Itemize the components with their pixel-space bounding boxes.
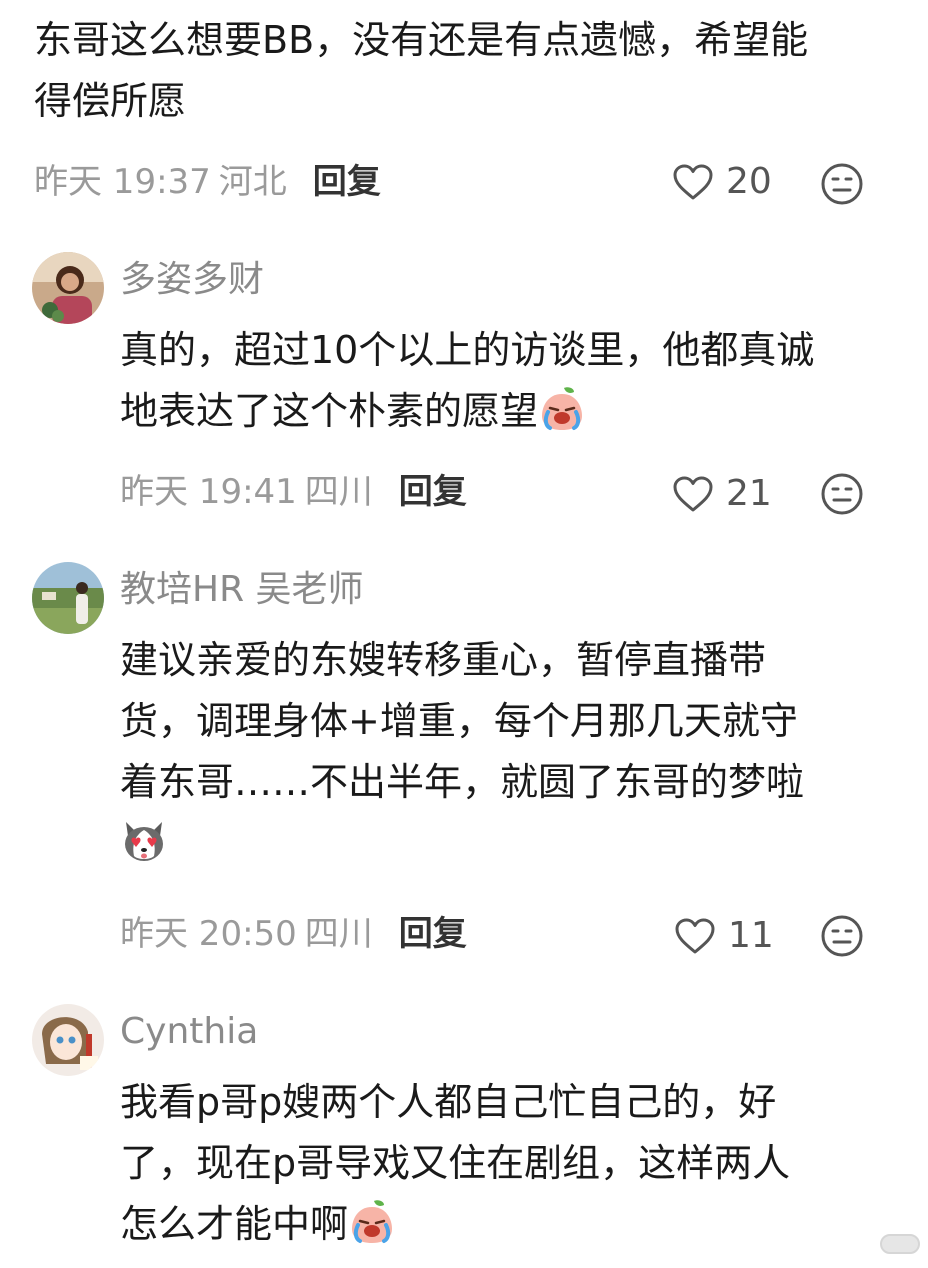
comment-time: 昨天 19:41 xyxy=(120,472,297,512)
like-button[interactable]: 11 xyxy=(674,914,774,958)
comment-text-line: 怎么才能中啊 xyxy=(120,1194,790,1255)
comment-text-line: 货，调理身体+增重，每个月那几天就守 xyxy=(120,699,798,743)
crying-peach-emoji xyxy=(542,386,583,430)
comment-text-line: 得偿所愿 xyxy=(34,79,187,123)
comment-text-line: 着东哥……不出半年，就圆了东哥的梦啦 xyxy=(120,760,805,804)
comment-location: 四川 xyxy=(304,472,373,512)
comment-text-line: 我看p哥p嫂两个人都自己忙自己的，好 xyxy=(120,1080,777,1124)
username[interactable]: Cynthia xyxy=(120,1010,258,1054)
comment-text-line: 建议亲爱的东嫂转移重心，暂停直播带 xyxy=(120,638,767,682)
comment-text: 东哥这么想要BB，没有还是有点遗憾，希望能 得偿所愿 xyxy=(34,10,808,132)
comment-text-segment: 地表达了这个朴素的愿望 xyxy=(120,389,539,433)
reply-button[interactable]: 回复 xyxy=(313,162,381,202)
comment-meta: 昨天 20:50 四川 回复 xyxy=(120,912,467,956)
like-count: 11 xyxy=(728,915,774,956)
like-button[interactable]: 21 xyxy=(672,472,772,516)
comment-meta: 昨天 19:41 四川 回复 xyxy=(120,470,467,514)
reply-button[interactable]: 回复 xyxy=(399,472,467,512)
comment-time: 昨天 19:37 xyxy=(34,162,211,202)
username[interactable]: 教培HR 吴老师 xyxy=(120,568,364,612)
avatar[interactable] xyxy=(32,562,104,634)
husky-love-emoji xyxy=(125,821,163,861)
comment-text: 真的，超过10个以上的访谈里，他都真诚 地表达了这个朴素的愿望 xyxy=(120,320,814,442)
comment-meta: 昨天 19:37 河北 回复 xyxy=(34,160,381,204)
scroll-indicator[interactable] xyxy=(880,1234,920,1254)
like-button[interactable]: 20 xyxy=(672,160,772,204)
like-count: 21 xyxy=(726,473,772,514)
heart-icon xyxy=(673,476,713,512)
dislike-face-icon[interactable] xyxy=(820,472,864,516)
dislike-face-icon[interactable] xyxy=(820,914,864,958)
comment-text: 我看p哥p嫂两个人都自己忙自己的，好 了，现在p哥导戏又住在剧组，这样两人 怎么… xyxy=(120,1072,790,1255)
avatar[interactable] xyxy=(32,252,104,324)
heart-icon xyxy=(673,164,713,200)
comment-text-line xyxy=(120,813,804,874)
comment-text-line: 地表达了这个朴素的愿望 xyxy=(120,381,814,442)
crying-peach-emoji xyxy=(352,1199,393,1243)
comment-text-line: 了，现在p哥导戏又住在剧组，这样两人 xyxy=(120,1141,791,1185)
comment-location: 河北 xyxy=(218,162,287,202)
dislike-face-icon[interactable] xyxy=(820,162,864,206)
comment-text-line: 东哥这么想要BB，没有还是有点遗憾，希望能 xyxy=(34,18,809,62)
avatar[interactable] xyxy=(32,1004,104,1076)
comment-time: 昨天 20:50 xyxy=(120,914,297,954)
heart-icon xyxy=(675,918,715,954)
username[interactable]: 多姿多财 xyxy=(120,258,264,302)
comment-text-line: 真的，超过10个以上的访谈里，他都真诚 xyxy=(120,328,815,372)
comment-text-segment: 怎么才能中啊 xyxy=(120,1202,349,1246)
like-count: 20 xyxy=(726,161,772,202)
comment-text: 建议亲爱的东嫂转移重心，暂停直播带 货，调理身体+增重，每个月那几天就守 着东哥… xyxy=(120,630,804,874)
reply-button[interactable]: 回复 xyxy=(399,914,467,954)
comment-location: 四川 xyxy=(304,914,373,954)
